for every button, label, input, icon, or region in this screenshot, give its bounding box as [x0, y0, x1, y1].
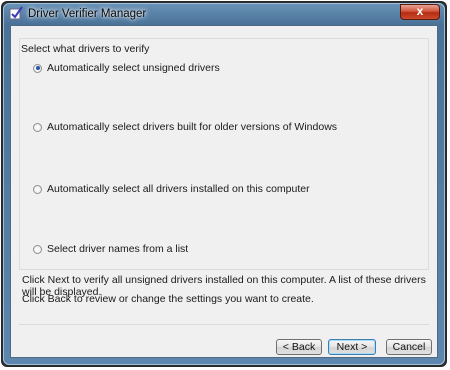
option-select-from-list[interactable]: Select driver names from a list — [33, 243, 188, 255]
option-label: Automatically select all drivers install… — [47, 183, 310, 195]
dialog-window: Driver Verifier Manager x Select what dr… — [3, 3, 445, 365]
option-older-windows-drivers[interactable]: Automatically select drivers built for o… — [33, 121, 337, 133]
option-all-installed-drivers[interactable]: Automatically select all drivers install… — [33, 183, 310, 195]
title-bar[interactable]: Driver Verifier Manager x — [3, 3, 445, 25]
window-title: Driver Verifier Manager — [28, 8, 147, 20]
next-button[interactable]: Next > — [328, 339, 376, 355]
radio-unselected-icon[interactable] — [33, 122, 42, 132]
close-button[interactable]: x — [400, 4, 440, 20]
option-label: Automatically select unsigned drivers — [47, 62, 220, 74]
dialog-client-area: Select what drivers to verify Automatica… — [10, 25, 438, 358]
info-back-text: Click Back to review or change the setti… — [22, 293, 314, 305]
radio-unselected-icon[interactable] — [33, 184, 42, 194]
back-button[interactable]: < Back — [276, 339, 322, 355]
radio-unselected-icon[interactable] — [33, 244, 42, 254]
option-unsigned-drivers[interactable]: Automatically select unsigned drivers — [33, 62, 220, 74]
button-separator — [19, 324, 429, 325]
radio-selected-icon[interactable] — [33, 63, 42, 73]
option-label: Select driver names from a list — [47, 243, 189, 255]
option-label: Automatically select drivers built for o… — [47, 121, 338, 133]
cancel-button[interactable]: Cancel — [386, 339, 432, 355]
verifier-check-icon — [9, 6, 23, 20]
group-legend: Select what drivers to verify — [21, 43, 150, 55]
